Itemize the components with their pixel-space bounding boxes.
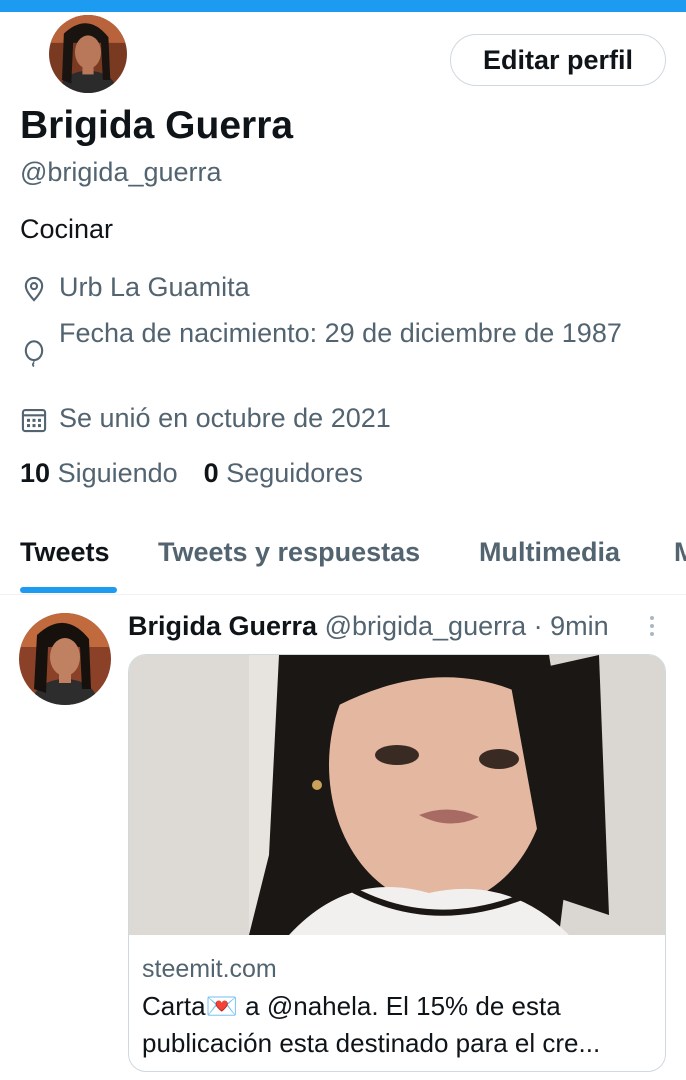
- calendar-icon: [21, 409, 47, 433]
- link-card[interactable]: steemit.com Carta💌 a @nahela. El 15% de …: [128, 654, 666, 1072]
- tweet-author-avatar[interactable]: [19, 613, 111, 705]
- birth-date-text: Fecha de nacimiento: 29 de diciembre de …: [59, 318, 622, 348]
- following-link[interactable]: 10 Siguiendo: [20, 458, 178, 488]
- followers-link[interactable]: 0 Seguidores: [204, 458, 363, 488]
- profile-bio: Cocinar: [20, 214, 114, 244]
- link-card-domain: steemit.com: [142, 955, 277, 983]
- link-card-text-line: publicación esta destinado para el cre..…: [142, 1028, 601, 1058]
- following-label: Siguiendo: [57, 458, 178, 488]
- tab-media[interactable]: Multimedia: [479, 537, 620, 568]
- tab-likes[interactable]: Me gusta: [674, 537, 686, 568]
- location-pin-icon: [24, 276, 44, 302]
- tweet-time[interactable]: 9min: [550, 611, 609, 641]
- joined-text: Se unió en octubre de 2021: [59, 403, 391, 433]
- profile-avatar[interactable]: [46, 12, 130, 96]
- more-dots-icon[interactable]: [646, 612, 658, 642]
- following-count: 10: [20, 458, 51, 488]
- balloon-icon: [24, 340, 44, 367]
- profile-tabs: Tweets Tweets y respuestas Multimedia Me…: [0, 520, 686, 595]
- followers-label: Seguidores: [226, 458, 363, 488]
- followers-count: 0: [203, 458, 219, 488]
- follow-stats: 10 Siguiendo 0 Seguidores: [20, 458, 363, 489]
- location-text: Urb La Guamita: [59, 272, 250, 302]
- tweet-author-name[interactable]: Brigida Guerra: [128, 611, 317, 641]
- active-tab-indicator: [20, 587, 117, 593]
- profile-name: Brigida Guerra: [20, 104, 294, 147]
- link-card-text: Carta💌 a @nahela. El 15% de esta publica…: [142, 988, 654, 1062]
- edit-profile-button[interactable]: Editar perfil: [450, 34, 666, 86]
- top-accent-bar: [0, 0, 686, 12]
- profile-birth-date: Fecha de nacimiento: 29 de diciembre de …: [20, 314, 660, 394]
- tweet-header: Brigida Guerra @brigida_guerra · 9min: [128, 611, 609, 642]
- tweet-author-handle[interactable]: @brigida_guerra: [325, 611, 527, 641]
- profile-handle: @brigida_guerra: [20, 157, 222, 187]
- tab-tweets[interactable]: Tweets: [20, 537, 110, 568]
- link-card-image: [129, 655, 665, 935]
- tab-tweets-replies[interactable]: Tweets y respuestas: [158, 537, 420, 568]
- link-card-text-line: Carta💌 a @nahela. El 15% de esta: [142, 991, 561, 1021]
- tweet-separator: ·: [533, 611, 543, 641]
